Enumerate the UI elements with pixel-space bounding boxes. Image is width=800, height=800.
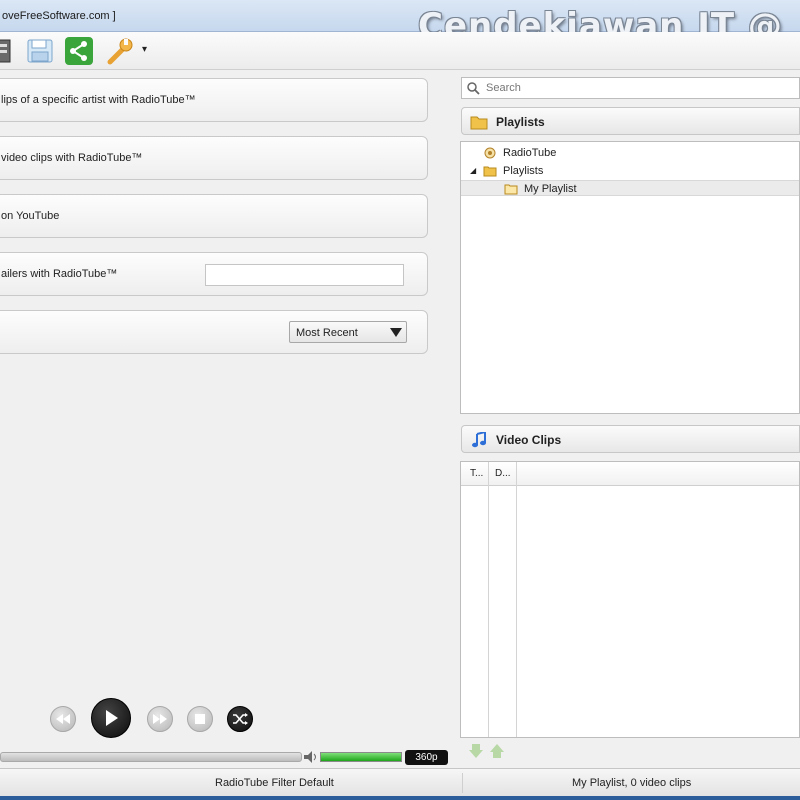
play-button[interactable]: [91, 698, 131, 738]
tree-item-label: RadioTube: [503, 147, 557, 159]
settings-wrench-icon[interactable]: [105, 36, 135, 66]
window-bottom-edge: [0, 796, 800, 800]
playlist-tree: RadioTube ◢ Playlists My Playlist: [460, 141, 800, 414]
title-bar: oveFreeSoftware.com ] Cendekiawan IT @: [0, 0, 800, 46]
tree-item-label: Playlists: [503, 165, 544, 177]
chevron-down-icon: [390, 328, 402, 337]
column-header-title[interactable]: T...: [470, 468, 483, 479]
speaker-icon[interactable]: [304, 751, 318, 763]
search-input[interactable]: Search: [461, 77, 800, 99]
artist-clips-panel[interactable]: lips of a specific artist with RadioTube…: [0, 78, 428, 122]
rewind-button[interactable]: [50, 706, 76, 732]
table-header: T... D...: [461, 462, 799, 486]
stop-icon: [195, 714, 205, 724]
status-bar: RadioTube Filter Default My Playlist, 0 …: [0, 768, 800, 796]
video-clips-header: Video Clips: [461, 425, 800, 453]
folder-icon: [483, 166, 497, 177]
playlists-header: Playlists: [461, 107, 800, 135]
video-clips-panel[interactable]: video clips with RadioTube™: [0, 136, 428, 180]
quality-badge[interactable]: 360p: [405, 750, 448, 765]
status-filter: RadioTube Filter Default: [215, 777, 334, 789]
seek-bar[interactable]: [0, 752, 302, 762]
artist-clips-label: lips of a specific artist with RadioTube…: [1, 94, 196, 106]
search-icon: [467, 82, 480, 95]
status-playlist-info: My Playlist, 0 video clips: [572, 777, 692, 789]
column-header-duration[interactable]: D...: [495, 468, 511, 479]
radiotube-icon: [484, 147, 496, 159]
sort-panel: Most Recent: [0, 310, 428, 354]
video-clips-label: video clips with RadioTube™: [1, 152, 143, 164]
play-icon: [106, 710, 118, 726]
trailers-label: ailers with RadioTube™: [1, 268, 118, 280]
window-title: oveFreeSoftware.com ]: [2, 10, 116, 22]
volume-slider[interactable]: [320, 752, 402, 762]
folder-open-icon: [504, 184, 518, 195]
youtube-label: on YouTube: [1, 210, 60, 222]
sort-selected-value: Most Recent: [296, 327, 358, 339]
toolbar: ▾: [0, 32, 800, 70]
video-clips-title: Video Clips: [496, 433, 562, 447]
move-up-icon[interactable]: [490, 744, 504, 758]
tree-item-radiotube[interactable]: RadioTube: [461, 145, 799, 161]
search-placeholder: Search: [486, 82, 521, 94]
move-down-icon[interactable]: [469, 744, 483, 758]
folder-icon: [470, 116, 488, 130]
status-divider: [462, 773, 463, 793]
playlist-icon[interactable]: [0, 36, 16, 66]
chevron-down-icon[interactable]: ▾: [142, 44, 147, 55]
video-clips-table: T... D...: [460, 461, 800, 738]
tree-item-playlists[interactable]: ◢ Playlists: [461, 163, 799, 179]
tree-item-my-playlist[interactable]: My Playlist: [461, 180, 799, 196]
trailers-input[interactable]: [205, 264, 404, 286]
stop-button[interactable]: [187, 706, 213, 732]
shuffle-icon: [233, 713, 248, 725]
volume-level: [321, 753, 401, 761]
playlists-title: Playlists: [496, 115, 545, 129]
shuffle-button[interactable]: [227, 706, 253, 732]
column-divider: [516, 462, 517, 737]
trailers-panel[interactable]: ailers with RadioTube™: [0, 252, 428, 296]
youtube-panel[interactable]: on YouTube: [0, 194, 428, 238]
music-note-icon: [472, 432, 486, 448]
fast-forward-button[interactable]: [147, 706, 173, 732]
fast-forward-icon: [153, 714, 167, 724]
save-icon[interactable]: [25, 36, 55, 66]
rewind-icon: [56, 714, 70, 724]
share-icon[interactable]: [64, 36, 94, 66]
expand-arrow-icon[interactable]: ◢: [470, 163, 476, 179]
tree-item-label: My Playlist: [524, 183, 577, 195]
sort-select[interactable]: Most Recent: [289, 321, 407, 343]
column-divider: [488, 462, 489, 737]
